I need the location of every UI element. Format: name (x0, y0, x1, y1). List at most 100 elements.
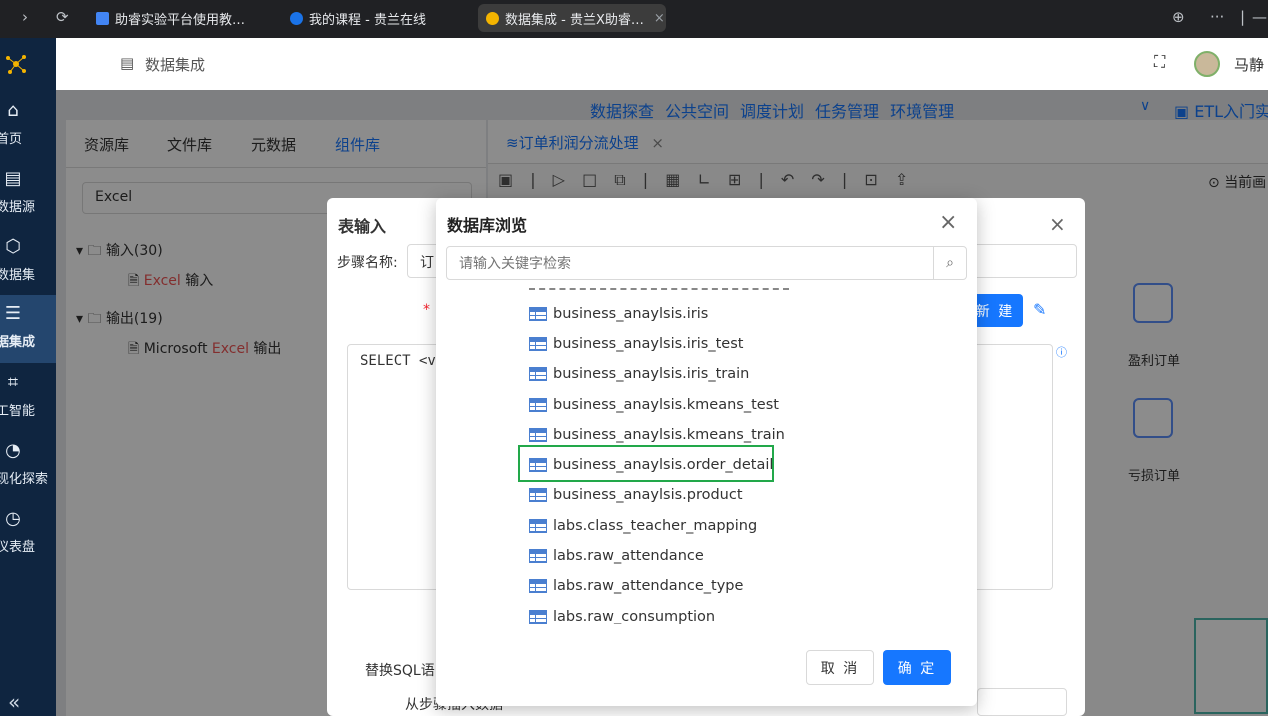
course-icon (290, 11, 303, 25)
replace-sql-label: 替换SQL语 (365, 663, 435, 679)
list-item-label: business_anaylsis.order_detail (553, 457, 774, 473)
list-item[interactable]: labs.raw_consumption (529, 605, 715, 624)
cube-icon: ⬡ (5, 236, 21, 257)
forward-icon[interactable]: › (22, 8, 28, 26)
step-name-label: 步骤名称: (337, 255, 398, 271)
table-icon (529, 307, 547, 321)
app-logo-icon (486, 11, 499, 25)
list-item[interactable]: business_anaylsis.kmeans_train (529, 423, 785, 447)
info-icon[interactable]: ⓘ (1056, 344, 1067, 360)
fullscreen-icon[interactable]: ⛶ (1154, 52, 1165, 72)
table-icon (529, 398, 547, 412)
list-item-label: labs.raw_attendance_type (553, 578, 744, 594)
table-icon (529, 488, 547, 502)
divider: | (1240, 8, 1246, 26)
table-icon (529, 610, 547, 624)
sidebar-item-label: 工智能 (0, 404, 36, 419)
home-icon: ⌂ (7, 100, 19, 121)
table-icon (529, 367, 547, 381)
list-item[interactable]: labs.raw_attendance (529, 544, 704, 568)
browser-tab-bar: › ⟳ 助睿实验平台使用教… 我的课程 - 贵兰在线 数据集成 - 贵兰X助睿…… (0, 0, 1268, 38)
sidebar-item-visual[interactable]: ◔ 现化探索 (0, 432, 56, 498)
from-step-select[interactable] (977, 688, 1067, 716)
sidebar-item-home[interactable]: ⌂ 首页 (0, 92, 56, 158)
table-search-input[interactable] (447, 247, 933, 279)
table-icon (529, 519, 547, 533)
sidebar-item-label: 据集成 (0, 335, 36, 350)
page-title: 数据集成 (145, 56, 206, 74)
table-icon (529, 579, 547, 593)
server-icon: ☰ (4, 303, 22, 324)
tab-close-icon[interactable]: × (654, 11, 665, 26)
page-header: ▤ 数据集成 ⛶ 马静 (56, 38, 1268, 90)
sidebar-item-label: 首页 (0, 132, 23, 147)
table-icon (529, 337, 547, 351)
step-name-value: 订 (420, 255, 434, 271)
list-item-label: business_anaylsis.kmeans_train (553, 427, 785, 443)
avatar[interactable] (1194, 51, 1220, 77)
table-list: business_anaylsis.iris business_anaylsis… (446, 282, 967, 624)
list-item-label: labs.class_teacher_mapping (553, 518, 758, 534)
list-item-partial (529, 282, 789, 290)
database-browse-dialog: 数据库浏览 × ⌕ business_anaylsis.iris busines… (436, 198, 977, 706)
ai-icon: ⌗ (7, 372, 19, 393)
browser-tab-title: 数据集成 - 贵兰X助睿… (505, 12, 644, 28)
more-icon[interactable]: ··· (1210, 8, 1224, 26)
confirm-button[interactable]: 确 定 (883, 650, 951, 685)
list-item-label: business_anaylsis.iris_test (553, 336, 744, 352)
minimize-icon[interactable]: — (1252, 8, 1267, 26)
browser-tab-1[interactable]: 助睿实验平台使用教… (88, 4, 278, 32)
menu-icon[interactable]: ▤ (120, 54, 134, 72)
sidebar-item-label: 仪表盘 (0, 540, 36, 555)
sidebar-item-dashboard[interactable]: ◷ 仪表盘 (0, 500, 56, 566)
sidebar-item-datasource[interactable]: ▤ 数据源 (0, 160, 56, 226)
table-icon (529, 428, 547, 442)
required-mark: * (423, 302, 430, 318)
list-item[interactable]: business_anaylsis.iris_train (529, 362, 749, 386)
dialog-title: 表输入 (338, 217, 387, 236)
table-icon (529, 549, 547, 563)
gauge-icon: ◷ (5, 508, 21, 529)
list-item-label: business_anaylsis.product (553, 487, 743, 503)
list-item-label: labs.raw_consumption (553, 609, 716, 624)
table-icon (529, 458, 547, 472)
browser-tab-title: 助睿实验平台使用教… (115, 12, 246, 28)
list-item[interactable]: business_anaylsis.iris_test (529, 332, 743, 356)
cancel-button[interactable]: 取 消 (806, 650, 874, 685)
doc-icon (96, 11, 109, 25)
list-item[interactable]: business_anaylsis.product (529, 483, 743, 507)
list-item-label: labs.raw_attendance (553, 548, 704, 564)
table-search: ⌕ (446, 246, 967, 280)
collapse-sidebar-icon[interactable]: « (8, 690, 20, 714)
sidebar-item-label: 现化探索 (0, 472, 49, 487)
list-item[interactable]: business_anaylsis.kmeans_test (529, 393, 779, 417)
browser-tab-3[interactable]: 数据集成 - 贵兰X助睿… × (478, 4, 666, 32)
left-sidebar: ⌂ 首页 ▤ 数据源 ⬡ 数据集 ☰ 据集成 ⌗ 工智能 ◔ 现化探索 ◷ 仪表… (0, 38, 56, 716)
sidebar-item-dataset[interactable]: ⬡ 数据集 (0, 228, 56, 294)
browser-tab-title: 我的课程 - 贵兰在线 (309, 12, 426, 28)
database-icon: ▤ (4, 168, 22, 189)
search-icon[interactable]: ⌕ (933, 247, 966, 279)
list-item[interactable]: labs.raw_attendance_type (529, 574, 743, 598)
user-name[interactable]: 马静 (1234, 54, 1264, 75)
sidebar-item-ai[interactable]: ⌗ 工智能 (0, 364, 56, 430)
globe-icon[interactable]: ⊕ (1172, 8, 1185, 26)
app-logo-icon (4, 52, 28, 76)
sidebar-item-integration[interactable]: ☰ 据集成 (0, 295, 56, 363)
close-icon[interactable]: × (939, 210, 957, 235)
dialog-title: 数据库浏览 (447, 216, 528, 235)
sidebar-item-label: 数据集 (0, 268, 36, 283)
close-icon[interactable]: × (1049, 212, 1066, 236)
sql-text: SELECT <va (360, 353, 445, 369)
reload-icon[interactable]: ⟳ (56, 8, 69, 26)
list-item-label: business_anaylsis.iris_train (553, 366, 750, 382)
list-item[interactable]: labs.class_teacher_mapping (529, 514, 757, 538)
clear-icon[interactable]: ✎ (1033, 300, 1046, 319)
list-item-selected[interactable]: business_anaylsis.order_detail (529, 453, 773, 477)
list-item-label: business_anaylsis.kmeans_test (553, 397, 779, 413)
list-item[interactable]: business_anaylsis.iris (529, 302, 708, 326)
pie-chart-icon: ◔ (5, 440, 21, 461)
browser-tab-2[interactable]: 我的课程 - 贵兰在线 (282, 4, 472, 32)
sidebar-item-label: 数据源 (0, 200, 36, 215)
list-item-label: business_anaylsis.iris (553, 306, 709, 322)
